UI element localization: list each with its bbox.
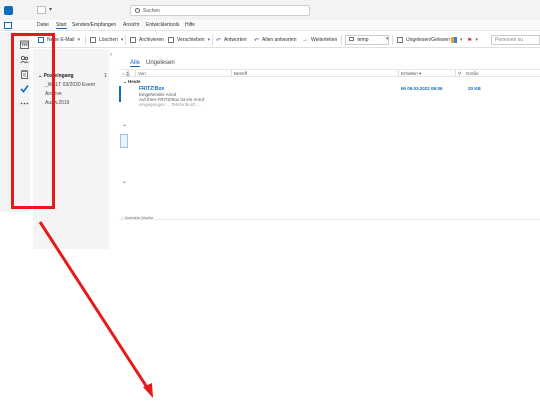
folder-move-icon (168, 37, 174, 43)
unread-read-label: Ungelesen/Gelesen (406, 37, 450, 43)
column-header-row: ⌂ ⎙ Von Betreff Erhalten ▾ ⚲ Größe (119, 69, 540, 77)
categorize-icon (451, 37, 457, 43)
outlook-app-icon (4, 6, 13, 15)
chevron-down-icon[interactable]: ⌄ (122, 178, 127, 185)
reply-label: Antworten (224, 37, 247, 43)
column-separator (398, 70, 399, 77)
column-subject[interactable]: Betreff (234, 71, 247, 76)
unread-count-badge: 1 (104, 73, 107, 79)
categorize-button[interactable]: ▾ (451, 35, 463, 45)
group-header-today[interactable]: ⌄ Heute (123, 79, 141, 85)
reply-all-icon: ↶ (254, 37, 260, 44)
quick-step-label: temp (357, 37, 369, 43)
delete-label: Löschen (99, 37, 118, 43)
search-icon (135, 8, 140, 13)
tab-all[interactable]: Alle (130, 60, 141, 67)
menu-hilfe[interactable]: Hilfe (185, 22, 195, 28)
collapse-folder-pane-icon[interactable]: ‹ (110, 52, 112, 58)
forward-button[interactable]: → Weiterleiten (302, 35, 337, 45)
quick-step-icon (349, 37, 354, 41)
message-date: Mi 09.03.2022 09:06 (401, 86, 443, 91)
unread-read-button[interactable]: Ungelesen/Gelesen (397, 35, 450, 45)
menu-bar: Datei Start Senden/Empfangen Ansicht Ent… (0, 20, 540, 31)
ribbon-separator (85, 35, 86, 45)
menu-ansicht[interactable]: Ansicht (123, 22, 139, 28)
chevron-up-icon[interactable]: ⌃ (122, 124, 127, 131)
reply-all-label: Allen antworten (262, 37, 297, 43)
archive-button[interactable]: Archivieren (130, 35, 164, 45)
reply-button[interactable]: ↶ Antworten (216, 35, 247, 45)
title-bar: ▾ Suchen (0, 0, 540, 20)
forward-icon: → (302, 37, 308, 43)
column-size[interactable]: Größe (466, 71, 479, 76)
people-search-input[interactable]: Personen su (491, 35, 540, 45)
flag-button[interactable]: ⚑ ▾ (467, 35, 478, 45)
chevron-down-icon: ▾ (460, 37, 463, 43)
column-separator (455, 70, 456, 77)
reply-all-button[interactable]: ↶ Allen antworten (254, 35, 297, 45)
menu-senden-empfangen[interactable]: Senden/Empfangen (72, 22, 116, 28)
menu-start[interactable]: Start (56, 22, 67, 29)
ribbon-separator (212, 35, 213, 45)
highlight-rectangle (11, 33, 55, 209)
reply-icon: ↶ (216, 37, 222, 44)
chevron-down-icon: ▾ (207, 37, 211, 43)
chevron-down-icon: ▾ (77, 37, 81, 43)
move-label: Verschieben (177, 37, 205, 43)
ribbon-separator (392, 35, 393, 45)
mail-app-icon[interactable] (4, 22, 12, 29)
search-box[interactable]: Suchen (130, 5, 310, 16)
trash-icon (90, 37, 96, 43)
tab-unread[interactable]: Ungelesen (146, 60, 175, 66)
column-received-label: Erhalten (401, 71, 418, 76)
archive-icon (130, 37, 136, 43)
delete-button[interactable]: Löschen ▾ (90, 35, 123, 45)
flag-icon: ⚑ (467, 37, 473, 44)
chevron-down-icon[interactable]: ▾ (386, 36, 389, 42)
chevron-down-icon: ▾ (475, 37, 478, 43)
ribbon-separator (341, 35, 342, 45)
message-preview: eingegangen ... Telefonbuch ... (139, 102, 201, 107)
move-button[interactable]: Verschieben ▾ (168, 35, 210, 45)
undo-icon[interactable]: ▾ (49, 6, 58, 14)
ribbon: Neue E-Mail ▾ Löschen ▾ Archivieren Vers… (30, 32, 540, 48)
column-icon: ⚲ (458, 71, 462, 76)
group-last-week-label: Vorletzte Woche (124, 215, 154, 220)
column-separator (231, 70, 232, 77)
table-row[interactable]: FRITZ!Box Eingehender Anruf Auf Ihrer FR… (121, 86, 540, 107)
save-icon[interactable] (37, 6, 46, 14)
forward-label: Weiterleiten (311, 37, 338, 43)
column-flags-icon[interactable]: ⌂ ⎙ (122, 71, 130, 76)
divider (119, 219, 540, 220)
group-today-label: Heute (128, 79, 141, 84)
message-size: 20 KB (468, 86, 481, 91)
chevron-down-icon: ▾ (120, 37, 124, 43)
archive-label: Archivieren (139, 37, 165, 43)
selection-marker[interactable] (120, 134, 128, 148)
menu-entwicklertools[interactable]: Entwicklertools (146, 22, 179, 28)
ribbon-separator (125, 35, 126, 45)
column-received[interactable]: Erhalten ▾ (401, 71, 421, 77)
group-header-last-week[interactable]: › Vorletzte Woche (122, 215, 154, 220)
envelope-icon (397, 37, 403, 43)
sort-arrow-icon: ▾ (419, 71, 422, 76)
menu-datei[interactable]: Datei (37, 22, 49, 28)
column-from[interactable]: Von (138, 71, 146, 76)
quick-steps-select[interactable]: temp (345, 35, 389, 45)
search-placeholder: Suchen (143, 8, 160, 14)
column-separator (135, 70, 136, 77)
